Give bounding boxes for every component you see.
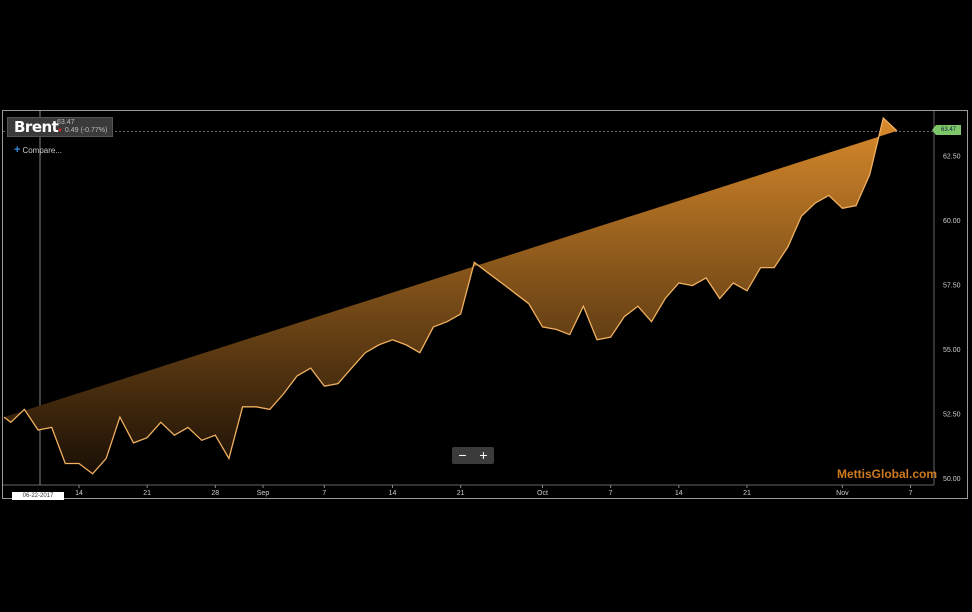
x-tick-label: 21 xyxy=(457,490,465,497)
x-tick-label: 21 xyxy=(143,490,151,497)
price-chart[interactable]: 50.00 52.50 55.00 57.50 60.00 62.50 14 21 28 Sep… xyxy=(3,111,969,500)
y-tick-label: 57.50 xyxy=(943,283,961,290)
last-price-tag: 63.47 xyxy=(932,125,961,135)
x-tick-label: 14 xyxy=(75,490,83,497)
x-tick-label: 14 xyxy=(675,490,683,497)
x-tick-label: Nov xyxy=(836,490,849,497)
x-tick-label: 14 xyxy=(389,490,397,497)
y-tick-label: 55.00 xyxy=(943,347,961,354)
y-tick-label: 50.00 xyxy=(943,476,961,483)
x-tick-label: Sep xyxy=(257,490,270,497)
x-tick-label: 7 xyxy=(322,490,326,497)
x-tick-label: Oct xyxy=(537,490,548,497)
chart-frame: 50.00 52.50 55.00 57.50 60.00 62.50 14 21 28 Sep… xyxy=(2,110,968,499)
zoom-out-button[interactable]: − xyxy=(452,447,473,464)
y-tick-label: 52.50 xyxy=(943,412,961,419)
instrument-name: Brent xyxy=(14,118,59,136)
zoom-in-button[interactable]: + xyxy=(473,447,494,464)
compare-button[interactable]: + Compare... xyxy=(14,144,62,156)
legend-change: 0.49 (-0.77%) xyxy=(64,127,108,134)
price-area xyxy=(4,118,897,474)
crosshair-date-label: 06-22-2017 xyxy=(12,492,64,500)
watermark: MettisGlobal.com xyxy=(837,467,938,481)
y-tick-label: 62.50 xyxy=(943,154,961,161)
down-arrow-icon: ▼ xyxy=(57,128,63,134)
plus-icon: + xyxy=(14,144,21,156)
x-tick-label: 7 xyxy=(909,490,913,497)
x-tick-label: 28 xyxy=(211,490,219,497)
legend-change-row: ▼ 0.49 (-0.77%) xyxy=(57,127,107,134)
y-tick-label: 60.00 xyxy=(943,218,961,225)
x-tick-label: 21 xyxy=(743,490,751,497)
legend-price: 63.47 xyxy=(57,119,75,126)
x-tick-label: 7 xyxy=(609,490,613,497)
compare-label: Compare... xyxy=(22,146,63,155)
instrument-legend: Brent 63.47 ▼ 0.49 (-0.77%) xyxy=(7,117,113,137)
zoom-controls: − + xyxy=(452,447,494,464)
